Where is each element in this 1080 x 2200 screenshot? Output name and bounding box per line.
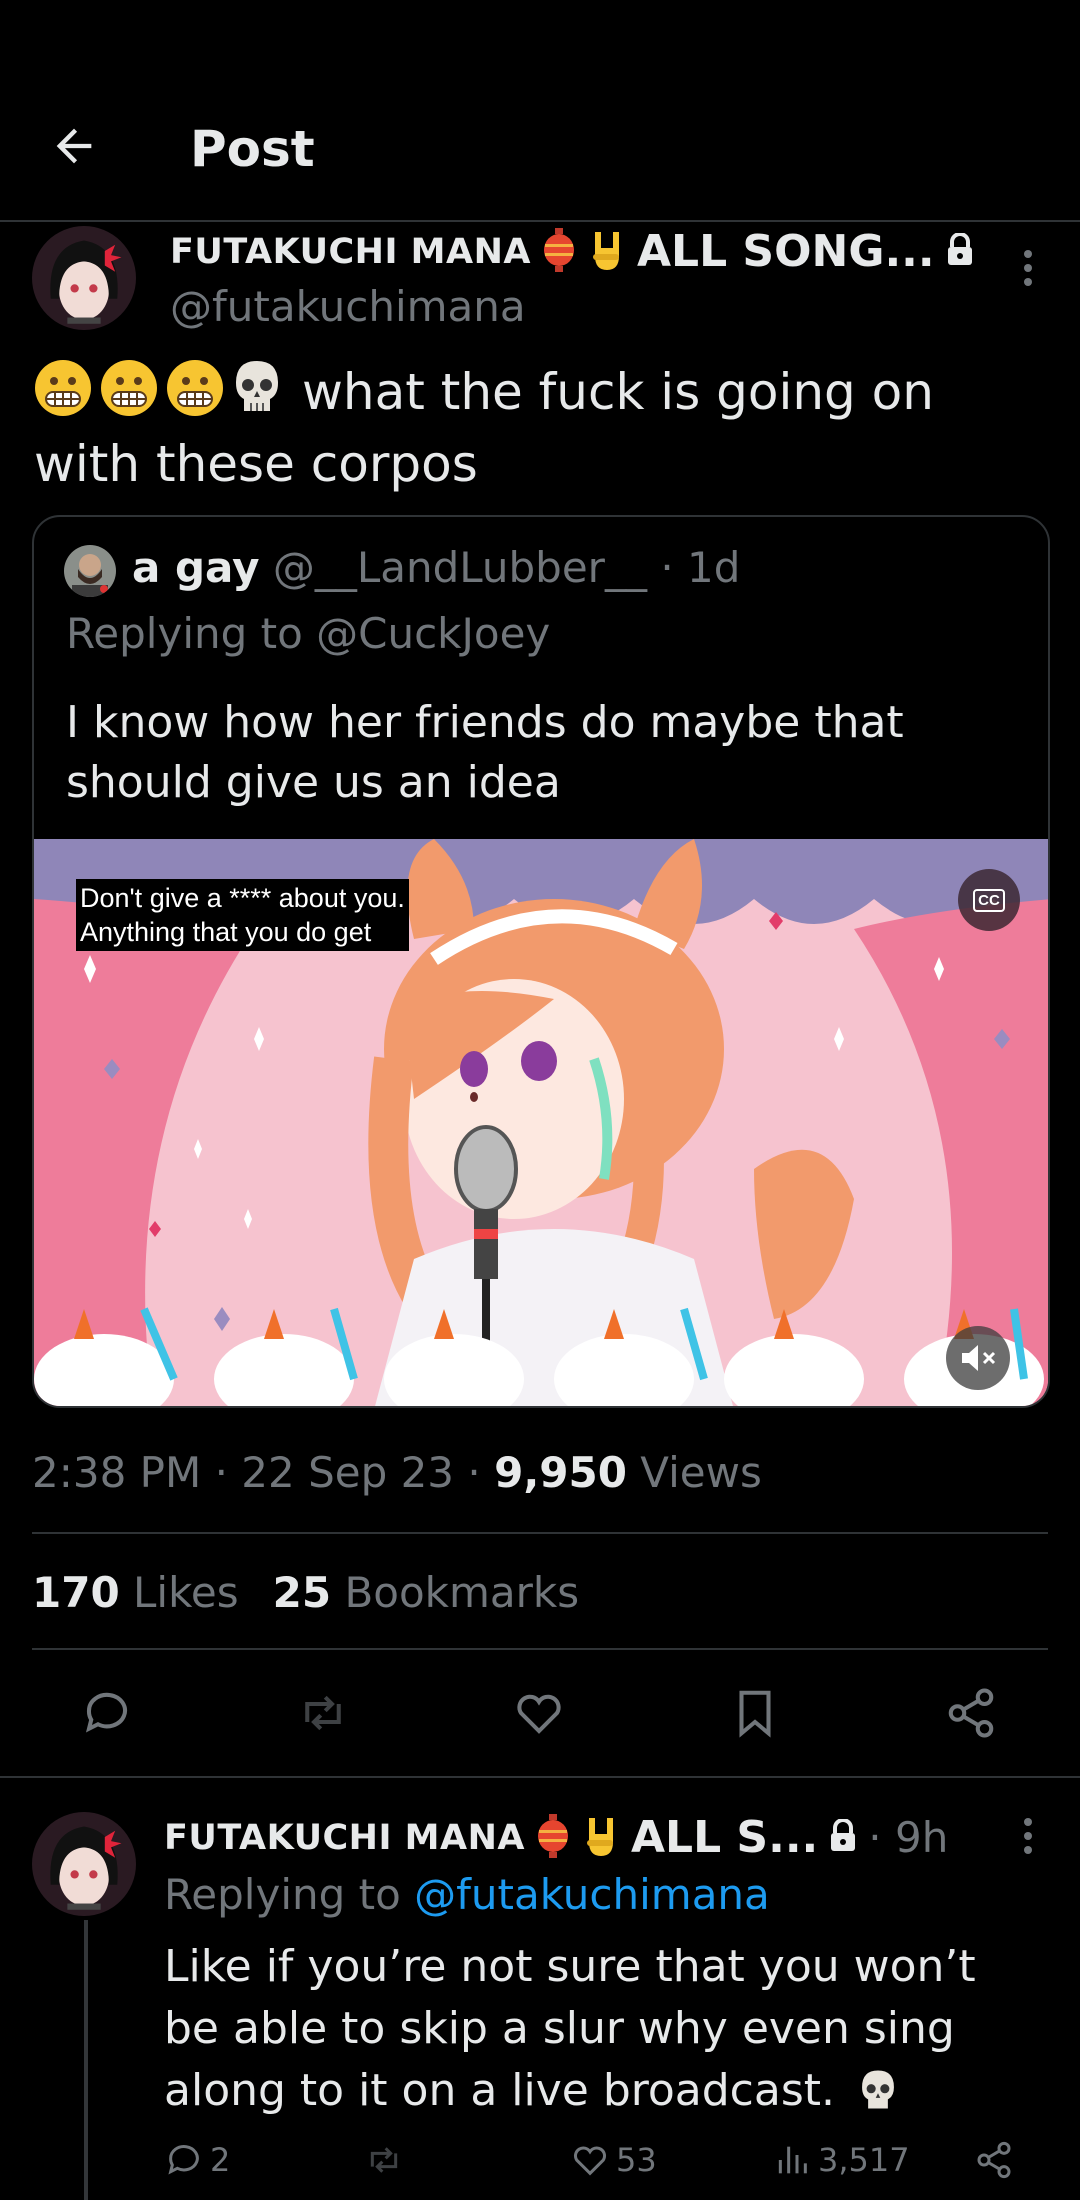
- post-emojis: [34, 359, 282, 417]
- rock-on-hand-icon: [581, 1814, 621, 1862]
- bookmarks-label: Bookmarks: [331, 1568, 580, 1617]
- quote-age: · 1d: [660, 543, 741, 592]
- repost-icon: [370, 2147, 398, 2173]
- caption-line-2: Anything that you do get: [80, 917, 372, 947]
- like-icon[interactable]: [512, 1686, 566, 1740]
- reply-age: · 9h: [868, 1813, 949, 1862]
- like-icon: [573, 2146, 607, 2176]
- bookmark-icon[interactable]: [728, 1686, 782, 1740]
- reply-views-button[interactable]: 3,517: [772, 2140, 910, 2180]
- quote-author-handle[interactable]: @__LandLubber__: [273, 543, 647, 592]
- repost-icon[interactable]: [296, 1686, 350, 1740]
- post-text: what the fuck is going on with these cor…: [34, 356, 1044, 500]
- views-count: 9,950: [494, 1448, 627, 1497]
- lantern-icon: [541, 227, 577, 276]
- post-meta: 2:38 PM · 22 Sep 23 · 9,950 Views: [32, 1448, 762, 1497]
- video-player[interactable]: Don't give a **** about you. Anything th…: [34, 839, 1048, 1406]
- section-divider: [0, 1776, 1080, 1778]
- likes-label: Likes: [119, 1568, 239, 1617]
- bookmarks-count: 25: [272, 1568, 332, 1617]
- reply-text-body: Like if you’re not sure that you won’t b…: [164, 1941, 976, 2116]
- quoted-post[interactable]: a gay @__LandLubber__ · 1d Replying to @…: [32, 515, 1050, 1408]
- bookmarks-stat[interactable]: 25 Bookmarks: [273, 1568, 579, 1617]
- reply-icon: [168, 2145, 199, 2175]
- author-handle[interactable]: @futakuchimana: [170, 282, 526, 331]
- reply-share-button[interactable]: [974, 2140, 1020, 2180]
- likes-count: 170: [32, 1568, 120, 1617]
- grimacing-face-icon: [35, 360, 91, 416]
- page-title: Post: [190, 120, 315, 178]
- reply-action-bar: 2 53 3,517: [164, 2140, 1044, 2200]
- quote-text: I know how her friends do maybe that sho…: [66, 697, 904, 808]
- caption-line-1: Don't give a **** about you.: [80, 883, 405, 913]
- skull-icon: [236, 361, 278, 411]
- share-icon: [977, 2141, 1011, 2179]
- lock-icon: [828, 1817, 858, 1857]
- reply-repost-button[interactable]: [364, 2140, 410, 2180]
- more-options-icon[interactable]: [1022, 250, 1034, 290]
- lock-icon: [945, 231, 975, 271]
- author-name-suffix[interactable]: ALL SONG...: [637, 226, 935, 277]
- back-arrow-icon[interactable]: [48, 120, 100, 172]
- author-name[interactable]: FUTAKUCHI MANA: [170, 232, 531, 272]
- reply-reply-count: 2: [210, 2141, 231, 2179]
- reply-author-avatar[interactable]: [32, 1812, 136, 1916]
- quote-author-avatar[interactable]: [64, 545, 116, 597]
- reply-author-row[interactable]: FUTAKUCHI MANA ALL S... · 9h: [164, 1812, 948, 1863]
- author-name-row[interactable]: FUTAKUCHI MANA ALL SONG...: [170, 226, 975, 277]
- reply-text: Like if you’re not sure that you won’t b…: [164, 1936, 1044, 2122]
- reply-icon[interactable]: [80, 1686, 134, 1740]
- cc-icon: CC: [973, 888, 1005, 912]
- reply-author-name[interactable]: FUTAKUCHI MANA: [164, 1818, 525, 1858]
- quote-replying-to: Replying to @CuckJoey: [66, 609, 550, 658]
- reply-like-count: 53: [616, 2141, 657, 2179]
- reply-author-name-suffix[interactable]: ALL S...: [631, 1812, 818, 1863]
- reply-replying-prefix: Replying to: [164, 1870, 415, 1919]
- views-chart-icon: [778, 2146, 807, 2174]
- quote-replying-handle[interactable]: @CuckJoey: [316, 609, 550, 658]
- thread-connector: [84, 1920, 88, 2200]
- action-bar: [0, 1676, 1080, 1748]
- engagement-stats: 170 Likes 25 Bookmarks: [32, 1568, 579, 1617]
- quote-author-name[interactable]: a gay: [132, 543, 259, 592]
- share-icon[interactable]: [944, 1686, 998, 1740]
- reply-more-options-icon[interactable]: [1022, 1818, 1034, 1858]
- post-timestamp: 2:38 PM · 22 Sep 23 ·: [32, 1448, 495, 1497]
- grimacing-face-icon: [167, 360, 223, 416]
- rock-on-hand-icon: [587, 228, 627, 276]
- author-avatar[interactable]: [32, 226, 136, 330]
- mute-button[interactable]: [946, 1326, 1010, 1390]
- views-label: Views: [626, 1448, 762, 1497]
- reply-like-button[interactable]: 53: [570, 2140, 657, 2180]
- speaker-muted-icon: [962, 1345, 996, 1371]
- grimacing-face-icon: [101, 360, 157, 416]
- likes-stat[interactable]: 170 Likes: [32, 1568, 239, 1617]
- reply-reply-button[interactable]: 2: [164, 2140, 230, 2180]
- quote-author-line: a gay @__LandLubber__ · 1d: [132, 543, 740, 592]
- quote-replying-prefix: Replying to: [66, 609, 317, 658]
- reply-view-count: 3,517: [818, 2141, 910, 2179]
- reply-replying-handle[interactable]: @futakuchimana: [414, 1870, 770, 1919]
- top-bar: Post: [0, 0, 1080, 222]
- video-caption: Don't give a **** about you. Anything th…: [76, 879, 409, 951]
- reply-replying-to: Replying to @futakuchimana: [164, 1870, 770, 1919]
- divider: [32, 1648, 1048, 1650]
- closed-captions-button[interactable]: CC: [958, 869, 1020, 931]
- divider: [32, 1532, 1048, 1534]
- skull-icon: [862, 2070, 894, 2109]
- lantern-icon: [535, 1813, 571, 1862]
